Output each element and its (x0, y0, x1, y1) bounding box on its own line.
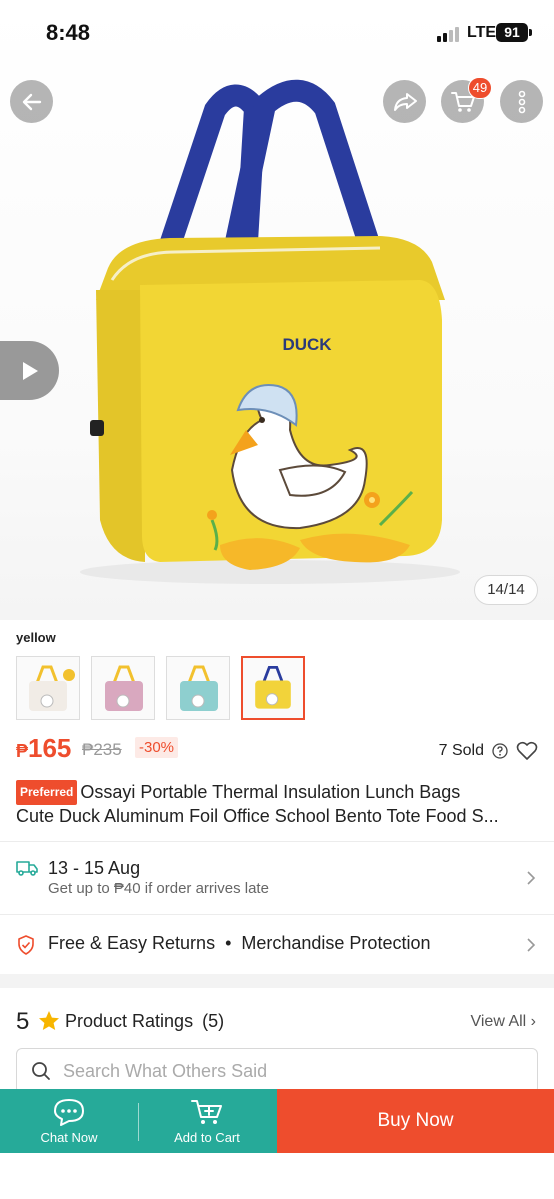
thumbnail-image (17, 657, 79, 719)
more-vertical-icon (518, 90, 525, 113)
original-price: ₱235 (82, 740, 122, 759)
chevron-right-icon: › (530, 1013, 536, 1030)
title-line-2: Cute Duck Aluminum Foil Office School Be… (16, 806, 499, 826)
review-search-input[interactable] (63, 1059, 503, 1083)
bag-print-text: DUCK (282, 335, 332, 354)
chat-now-label: Chat Now (40, 1129, 98, 1145)
bottom-action-bar: Chat Now Add to Cart Buy Now (0, 1089, 554, 1153)
shipping-date: 13 - 15 Aug (48, 858, 141, 878)
share-icon (393, 92, 417, 111)
preferred-badge: Preferred (16, 780, 78, 805)
price-value: 165 (28, 733, 72, 763)
buy-now-button[interactable]: Buy Now (277, 1089, 554, 1153)
signal-icon (437, 26, 463, 42)
separator-dot: • (225, 933, 232, 953)
rating-score: 5 (16, 1008, 30, 1035)
network-label: LTE (467, 24, 497, 41)
variation-label: yellow (16, 630, 56, 645)
ratings-count: (5) (202, 1011, 225, 1031)
returns-text: Free & Easy Returns • Merchandise Protecti… (48, 933, 430, 954)
variation-thumbnail-selected[interactable] (241, 656, 305, 720)
play-icon (22, 361, 38, 380)
divider (138, 1103, 139, 1141)
chevron-right-icon (527, 871, 536, 885)
search-icon (32, 1062, 50, 1080)
product-title: Preferred Ossayi Portable Thermal Insulat… (16, 780, 538, 828)
thumbnail-image (243, 658, 303, 718)
protection-label: Merchandise Protection (241, 933, 431, 953)
returns-label: Free & Easy Returns (48, 933, 216, 953)
heart-icon[interactable] (516, 741, 538, 761)
title-line-1: Ossayi Portable Thermal Insulation Lunch… (80, 782, 461, 802)
add-cart-icon (191, 1099, 222, 1124)
arrow-left-icon (22, 93, 41, 110)
add-to-cart-label: Add to Cart (174, 1129, 240, 1145)
variation-thumbnail[interactable] (16, 656, 80, 720)
variation-thumbnails (16, 656, 305, 720)
battery-icon: 91 (496, 23, 528, 42)
status-bar: 8:48 LTE 91 (0, 0, 554, 66)
ratings-title-text: Product Ratings (65, 1011, 194, 1031)
section-gap (0, 974, 554, 988)
discount-badge: -30% (135, 737, 179, 758)
chat-icon (54, 1098, 84, 1126)
current-price: ₱165 (16, 733, 71, 764)
back-button[interactable] (10, 80, 53, 123)
thumbnail-image (92, 657, 154, 719)
status-time: 8:48 (46, 20, 91, 45)
teal-actions: Chat Now Add to Cart (0, 1089, 277, 1153)
review-search-box[interactable] (16, 1048, 538, 1094)
returns-row[interactable]: Free & Easy Returns • Merchandise Protecti… (0, 915, 554, 973)
star-icon (39, 1011, 59, 1030)
shipping-row[interactable]: 13 - 15 Aug Get up to ₱40 if order arriv… (0, 842, 554, 914)
chevron-right-icon (527, 938, 536, 952)
battery-cap (529, 29, 532, 36)
shipping-guarantee: Get up to ₱40 if order arrives late (48, 880, 269, 897)
shield-check-icon (18, 935, 34, 955)
add-to-cart-button[interactable]: Add to Cart (138, 1089, 276, 1153)
sold-count: 7 Sold (438, 742, 484, 759)
chat-now-button[interactable]: Chat Now (0, 1089, 138, 1153)
price-row: ₱165 ₱235 -30% 7 Sold (16, 733, 538, 765)
ratings-title: Product Ratings (5) (65, 1011, 224, 1032)
ratings-section: 5 Product Ratings (5) View All › (0, 988, 554, 1098)
truck-icon (16, 861, 38, 876)
help-icon[interactable] (492, 743, 508, 759)
image-counter: 14/14 (474, 575, 538, 605)
currency-symbol: ₱ (16, 741, 29, 761)
variation-thumbnail[interactable] (91, 656, 155, 720)
cart-button[interactable]: 49 (441, 77, 492, 123)
view-all-label: View All (470, 1013, 527, 1030)
more-options-button[interactable] (500, 80, 543, 123)
variation-thumbnail[interactable] (166, 656, 230, 720)
play-video-button[interactable] (0, 341, 59, 400)
cart-badge: 49 (468, 77, 492, 99)
share-button[interactable] (383, 80, 426, 123)
thumbnail-image (167, 657, 229, 719)
sold-info: 7 Sold (439, 741, 538, 761)
view-all-link[interactable]: View All › (470, 1013, 536, 1031)
